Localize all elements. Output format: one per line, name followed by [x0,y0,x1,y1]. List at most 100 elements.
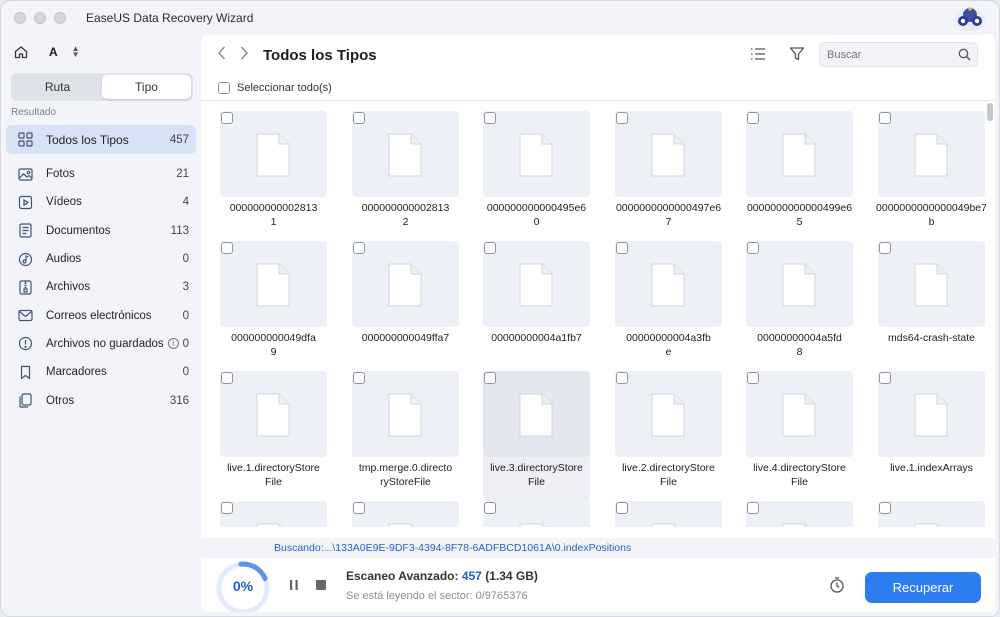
list-view-icon[interactable] [749,45,767,63]
file-tile[interactable]: live.2.directoryStore File [615,371,722,501]
minimize-window-button[interactable] [34,12,46,24]
file-thumbnail[interactable] [878,371,985,457]
file-thumbnail[interactable] [878,501,985,527]
scrollbar[interactable] [987,103,993,121]
file-tile[interactable]: 0000000000000049be7 b [876,111,986,241]
file-tile[interactable]: 0000000000000499e6 5 [746,111,853,241]
file-thumbnail[interactable] [615,241,722,327]
sidebar-item-no-guardados[interactable]: Archivos no guardados i 0 [6,330,196,358]
file-thumbnail[interactable] [220,501,327,527]
file-checkbox[interactable] [879,112,891,124]
file-thumbnail[interactable] [483,241,590,327]
file-checkbox[interactable] [353,502,365,514]
info-icon[interactable]: i [167,337,179,349]
file-tile[interactable] [220,501,327,527]
drive-selector[interactable]: A ▲ ▼ [1,35,201,69]
file-tile[interactable]: mds64-crash-state [878,241,985,371]
file-tile[interactable]: 000000000002813 2 [352,111,459,241]
file-checkbox[interactable] [221,502,233,514]
sidebar-item-marcadores[interactable]: Marcadores 0 [6,358,196,386]
pause-icon[interactable] [288,578,300,592]
chevron-updown-icon[interactable]: ▲ ▼ [72,45,80,59]
file-checkbox[interactable] [747,502,759,514]
file-checkbox[interactable] [616,372,628,384]
sidebar-item-todos[interactable]: Todos los Tipos 457 [6,125,196,154]
file-thumbnail[interactable] [746,501,853,527]
recover-button[interactable]: Recuperar [865,572,981,603]
file-checkbox[interactable] [484,112,496,124]
file-thumbnail[interactable] [615,111,722,197]
file-checkbox[interactable] [879,502,891,514]
history-icon[interactable] [828,576,846,594]
close-window-button[interactable] [14,12,26,24]
file-checkbox[interactable] [879,242,891,254]
file-thumbnail[interactable] [746,371,853,457]
file-checkbox[interactable] [616,502,628,514]
file-thumbnail[interactable] [483,501,590,527]
home-icon[interactable] [13,44,29,60]
file-thumbnail[interactable] [615,371,722,457]
sidebar-item-correos[interactable]: Correos electrónicos 0 [6,301,196,329]
file-tile[interactable]: live.1.indexArrays [878,371,985,501]
tab-tipo[interactable]: Tipo [102,75,191,99]
file-thumbnail[interactable] [220,111,327,197]
file-tile[interactable]: 000000000049dfa 9 [220,241,327,371]
file-thumbnail[interactable] [878,111,985,197]
file-tile[interactable] [483,501,590,527]
select-all-checkbox[interactable] [218,82,230,94]
file-checkbox[interactable] [616,112,628,124]
file-thumbnail[interactable] [615,501,722,527]
file-thumbnail[interactable] [220,371,327,457]
file-tile[interactable] [615,501,722,527]
file-checkbox[interactable] [484,372,496,384]
file-tile[interactable]: 00000000004a5fd 8 [746,241,853,371]
file-checkbox[interactable] [747,112,759,124]
file-checkbox[interactable] [616,242,628,254]
file-tile[interactable]: live.4.directoryStore File [746,371,853,501]
file-thumbnail[interactable] [746,111,853,197]
file-thumbnail[interactable] [352,241,459,327]
file-thumbnail[interactable] [878,241,985,327]
file-thumbnail[interactable] [220,241,327,327]
file-tile[interactable]: 00000000004a1fb7 [483,241,590,371]
stop-icon[interactable] [315,578,327,592]
back-arrow-icon[interactable] [217,45,227,66]
file-checkbox[interactable] [221,242,233,254]
select-all[interactable]: Seleccionar todo(s) [218,82,332,94]
file-checkbox[interactable] [221,372,233,384]
file-checkbox[interactable] [353,112,365,124]
forward-arrow-icon[interactable] [239,45,249,66]
search-box[interactable] [819,42,978,67]
sidebar-item-fotos[interactable]: Fotos 21 [6,160,196,188]
file-thumbnail[interactable] [352,371,459,457]
sidebar-item-videos[interactable]: Vídeos 4 [6,188,196,216]
file-tile[interactable]: 0000000000000497e6 7 [615,111,722,241]
filter-icon[interactable] [788,45,806,63]
file-checkbox[interactable] [747,242,759,254]
file-tile[interactable] [352,501,459,527]
search-input[interactable] [820,43,950,66]
file-thumbnail[interactable] [483,371,590,457]
file-tile[interactable]: 000000000002813 1 [220,111,327,241]
file-checkbox[interactable] [221,112,233,124]
search-icon[interactable] [958,48,971,61]
file-tile[interactable] [746,501,853,527]
zoom-window-button[interactable] [54,12,66,24]
file-tile[interactable]: tmp.merge.0.directo ryStoreFile [352,371,459,501]
file-checkbox[interactable] [353,242,365,254]
file-tile[interactable]: live.3.directoryStore File [483,371,590,501]
file-checkbox[interactable] [484,502,496,514]
file-tile[interactable]: 000000000000495e6 0 [483,111,590,241]
tab-ruta[interactable]: Ruta [13,75,102,99]
file-thumbnail[interactable] [352,111,459,197]
file-checkbox[interactable] [353,372,365,384]
sidebar-item-audios[interactable]: Audios 0 [6,245,196,273]
file-checkbox[interactable] [747,372,759,384]
sidebar-item-otros[interactable]: Otros 316 [6,386,196,414]
file-tile[interactable]: live.1.directoryStore File [220,371,327,501]
file-checkbox[interactable] [879,372,891,384]
sidebar-item-archivos[interactable]: Archivos 3 [6,273,196,301]
sidebar-item-documentos[interactable]: Documentos 113 [6,217,196,245]
file-tile[interactable]: 00000000004a3fb e [615,241,722,371]
file-thumbnail[interactable] [483,111,590,197]
